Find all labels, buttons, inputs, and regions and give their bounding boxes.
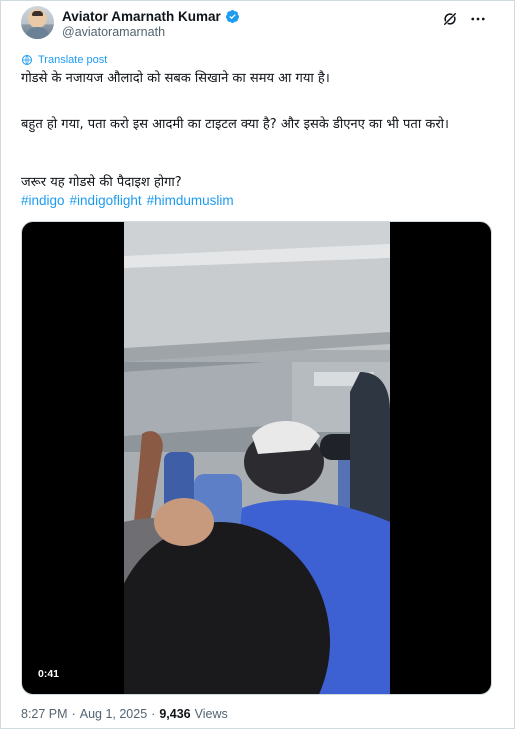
views-count: 9,436 bbox=[159, 707, 191, 721]
video-player[interactable]: 0:41 bbox=[21, 221, 492, 695]
author-display-name[interactable]: Aviator Amarnath Kumar bbox=[62, 9, 221, 24]
meta-separator: · bbox=[71, 707, 76, 721]
avatar[interactable] bbox=[21, 6, 54, 39]
translate-icon bbox=[22, 55, 32, 65]
translate-post-label: Translate post bbox=[38, 54, 108, 66]
translate-post-link[interactable]: Translate post bbox=[21, 54, 107, 66]
post-metadata: 8:27 PM · Aug 1, 2025 · 9,436 Views bbox=[21, 707, 228, 721]
post-text-line-3: जरूर यह गोडसे की पैदाइश होगा? bbox=[21, 175, 182, 190]
hashtag-link[interactable]: #himdumuslim bbox=[147, 193, 234, 208]
post-date[interactable]: Aug 1, 2025 bbox=[80, 707, 147, 721]
post-text-line-1: गोडसे के नजायज औलादो को सबक सिखाने का सम… bbox=[21, 71, 330, 86]
post-card: Aviator Amarnath Kumar @aviatoramarnath … bbox=[0, 0, 515, 729]
post-text-line-2: बहुत हो गया, पता करो इस आदमी का टाइटल क्… bbox=[21, 117, 449, 132]
hashtag-link[interactable]: #indigoflight bbox=[70, 193, 142, 208]
video-frame[interactable] bbox=[124, 222, 390, 694]
post-header: Aviator Amarnath Kumar @aviatoramarnath bbox=[21, 6, 501, 42]
hashtag-link[interactable]: #indigo bbox=[21, 193, 65, 208]
more-options-icon[interactable] bbox=[469, 10, 487, 28]
avatar-shirt bbox=[26, 27, 49, 39]
grok-icon[interactable] bbox=[441, 10, 459, 28]
author-handle[interactable]: @aviatoramarnath bbox=[62, 25, 165, 39]
views-label: Views bbox=[194, 707, 228, 721]
video-thumbnail-image bbox=[124, 222, 390, 694]
video-duration-badge: 0:41 bbox=[33, 666, 65, 682]
meta-separator: · bbox=[151, 707, 156, 721]
hashtag-list: #indigo #indigoflight #himdumuslim bbox=[21, 193, 234, 208]
avatar-hair bbox=[32, 11, 43, 16]
author-name-row: Aviator Amarnath Kumar bbox=[62, 7, 240, 25]
verified-badge-icon bbox=[225, 9, 239, 23]
post-time[interactable]: 8:27 PM bbox=[21, 707, 68, 721]
